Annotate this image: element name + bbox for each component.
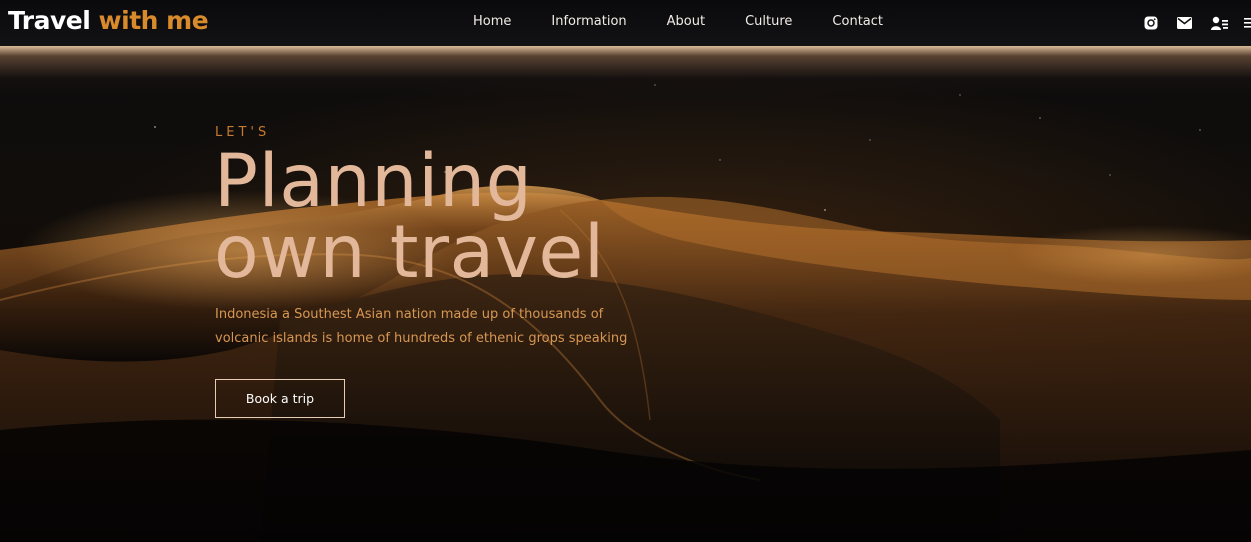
logo-text-primary: Travel: [8, 6, 91, 35]
nav-item-about[interactable]: About: [667, 14, 705, 29]
horizon-glow: [0, 46, 1251, 96]
nav-item-information[interactable]: Information: [551, 14, 626, 29]
main-nav: Home Information About Culture Contact: [473, 14, 923, 29]
hero-subtitle: Indonesia a Southest Asian nation made u…: [215, 307, 628, 346]
book-trip-button[interactable]: Book a trip: [215, 379, 345, 418]
logo-text-accent: with me: [98, 6, 209, 35]
hero-headline: Planning own travel: [214, 145, 605, 289]
hero-headline-line2: own travel: [214, 210, 605, 295]
hero-kicker: LET'S: [215, 125, 271, 140]
user-list-icon[interactable]: [1211, 16, 1228, 30]
hero-background: [0, 0, 1251, 542]
header-icon-group: [1144, 14, 1251, 32]
instagram-icon[interactable]: [1144, 16, 1158, 30]
nav-item-home[interactable]: Home: [473, 14, 511, 29]
menu-icon[interactable]: [1244, 18, 1251, 28]
top-navbar: Travel with me Home Information About Cu…: [0, 0, 1251, 46]
nav-item-contact[interactable]: Contact: [832, 14, 883, 29]
mail-icon[interactable]: [1177, 17, 1192, 29]
nav-item-culture[interactable]: Culture: [745, 14, 792, 29]
site-logo[interactable]: Travel with me: [8, 6, 209, 35]
